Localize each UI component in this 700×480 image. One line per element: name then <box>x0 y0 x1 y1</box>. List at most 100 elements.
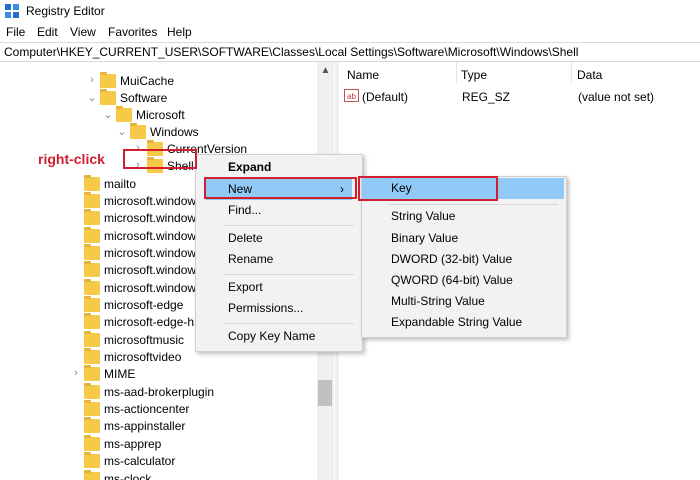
column-divider[interactable] <box>571 62 572 84</box>
menu-separator <box>224 225 354 226</box>
tree-item-label: ms-aad-brokerplugin <box>104 384 215 399</box>
tree-item[interactable]: microsoft.window <box>84 260 197 278</box>
value-name[interactable]: (Default) <box>362 90 408 104</box>
tree-item-label: ms-calculator <box>104 453 176 468</box>
registry-editor-icon <box>5 4 19 18</box>
menu-bar: File Edit View Favorites Help <box>0 22 700 42</box>
tree-item[interactable]: Software <box>100 88 167 106</box>
folder-icon <box>84 312 100 329</box>
tree-expander-icon[interactable]: ⌄ <box>87 91 97 104</box>
scroll-up-arrow-icon[interactable]: ▲ <box>317 62 334 79</box>
menu-view[interactable]: View <box>70 25 96 39</box>
tree-item-label: microsoft-edge <box>104 297 184 312</box>
tree-item[interactable]: microsoft.window <box>84 243 197 261</box>
folder-icon <box>84 226 100 243</box>
menu-item-copy-key-name[interactable]: Copy Key Name <box>228 326 315 347</box>
submenu-item-string-value[interactable]: String Value <box>391 206 455 227</box>
folder-icon <box>84 364 100 381</box>
tree-expander-icon[interactable]: › <box>71 367 81 379</box>
folder-icon <box>116 105 132 122</box>
tree-item[interactable]: ms-calculator <box>84 451 176 469</box>
menu-item-delete[interactable]: Delete <box>228 228 263 249</box>
tree-item[interactable]: microsoftvideo <box>84 347 182 365</box>
tree-item[interactable]: ms-clock <box>84 469 152 480</box>
tree-item-label: ms-clock <box>104 471 152 480</box>
menu-item-permissions[interactable]: Permissions... <box>228 298 303 319</box>
new-highlight-box <box>204 177 357 199</box>
shell-highlight-box <box>123 149 197 169</box>
value-type[interactable]: REG_SZ <box>462 90 510 104</box>
tree-item-label: MuiCache <box>120 73 175 88</box>
folder-icon <box>84 243 100 260</box>
tree-item-label: microsoft-edge-h <box>104 314 195 329</box>
folder-icon <box>84 451 100 468</box>
tree-item-label: Windows <box>150 124 199 139</box>
tree-item-label: MIME <box>104 366 136 381</box>
tree-item-label: microsoftvideo <box>104 349 182 364</box>
right-click-annotation: right-click <box>38 151 105 167</box>
string-value-icon: ab <box>344 89 359 102</box>
tree-item[interactable]: microsoftmusic <box>84 330 185 348</box>
column-data[interactable]: Data <box>577 68 602 82</box>
folder-icon <box>84 399 100 416</box>
tree-item-label: microsoft.window <box>104 210 197 225</box>
folder-icon <box>84 469 100 480</box>
submenu-item-multi-string-value[interactable]: Multi-String Value <box>391 291 485 312</box>
folder-icon <box>130 122 146 139</box>
tree-item-label: microsoftmusic <box>104 332 185 347</box>
folder-icon <box>100 71 116 88</box>
column-name[interactable]: Name <box>347 68 379 82</box>
value-data[interactable]: (value not set) <box>578 90 654 104</box>
tree-item[interactable]: MIME <box>84 364 136 382</box>
tree-item[interactable]: MuiCache <box>100 71 175 89</box>
tree-item[interactable]: Microsoft <box>116 105 185 123</box>
tree-expander-icon[interactable]: ⌄ <box>103 108 113 121</box>
folder-icon <box>84 416 100 433</box>
tree-item-label: microsoft.window <box>104 262 197 277</box>
tree-item[interactable]: microsoft-edge <box>84 295 184 313</box>
tree-item[interactable]: ms-actioncenter <box>84 399 190 417</box>
menu-item-rename[interactable]: Rename <box>228 249 273 270</box>
submenu-item-qword-value[interactable]: QWORD (64-bit) Value <box>391 270 513 291</box>
address-bar[interactable]: Computer\HKEY_CURRENT_USER\SOFTWARE\Clas… <box>0 42 700 62</box>
tree-item[interactable]: microsoft.window <box>84 226 197 244</box>
tree-item-label: ms-appinstaller <box>104 418 186 433</box>
tree-item-label: microsoft.window <box>104 193 197 208</box>
menu-item-expand[interactable]: Expand <box>228 157 271 178</box>
tree-item[interactable]: Windows <box>130 122 199 140</box>
menu-edit[interactable]: Edit <box>37 25 58 39</box>
menu-favorites[interactable]: Favorites <box>108 25 157 39</box>
menu-item-find[interactable]: Find... <box>228 200 261 221</box>
tree-item-label: ms-actioncenter <box>104 401 190 416</box>
menu-item-export[interactable]: Export <box>228 277 263 298</box>
submenu-item-expandable-string-value[interactable]: Expandable String Value <box>391 312 522 333</box>
tree-item-label: ms-apprep <box>104 436 162 451</box>
menu-help[interactable]: Help <box>167 25 192 39</box>
submenu-item-dword-value[interactable]: DWORD (32-bit) Value <box>391 249 512 270</box>
tree-item[interactable]: microsoft.window <box>84 208 197 226</box>
tree-item[interactable]: microsoft.window <box>84 278 197 296</box>
submenu-item-binary-value[interactable]: Binary Value <box>391 228 458 249</box>
tree-item-label: microsoft.window <box>104 228 197 243</box>
tree-item[interactable]: ms-apprep <box>84 434 162 452</box>
tree-expander-icon[interactable]: › <box>87 74 97 86</box>
tree-item[interactable]: ms-aad-brokerplugin <box>84 382 215 400</box>
tree-item[interactable]: microsoft.window <box>84 191 197 209</box>
column-type[interactable]: Type <box>461 68 487 82</box>
window-title: Registry Editor <box>26 4 105 18</box>
menu-file[interactable]: File <box>6 25 25 39</box>
column-divider[interactable] <box>456 62 457 84</box>
tree-item[interactable]: microsoft-edge-h <box>84 312 195 330</box>
tree-expander-icon[interactable]: ⌄ <box>117 125 127 138</box>
tree-item-label: microsoft.window <box>104 245 197 260</box>
tree-item[interactable]: mailto <box>84 174 137 192</box>
folder-icon <box>84 347 100 364</box>
scroll-thumb[interactable] <box>318 380 332 406</box>
tree-item[interactable]: ms-appinstaller <box>84 416 186 434</box>
tree-item-label: mailto <box>104 176 137 191</box>
address-path[interactable]: Computer\HKEY_CURRENT_USER\SOFTWARE\Clas… <box>4 45 578 59</box>
tree-item-label: microsoft.window <box>104 280 197 295</box>
menu-separator <box>224 323 354 324</box>
folder-icon <box>84 382 100 399</box>
folder-icon <box>84 260 100 277</box>
